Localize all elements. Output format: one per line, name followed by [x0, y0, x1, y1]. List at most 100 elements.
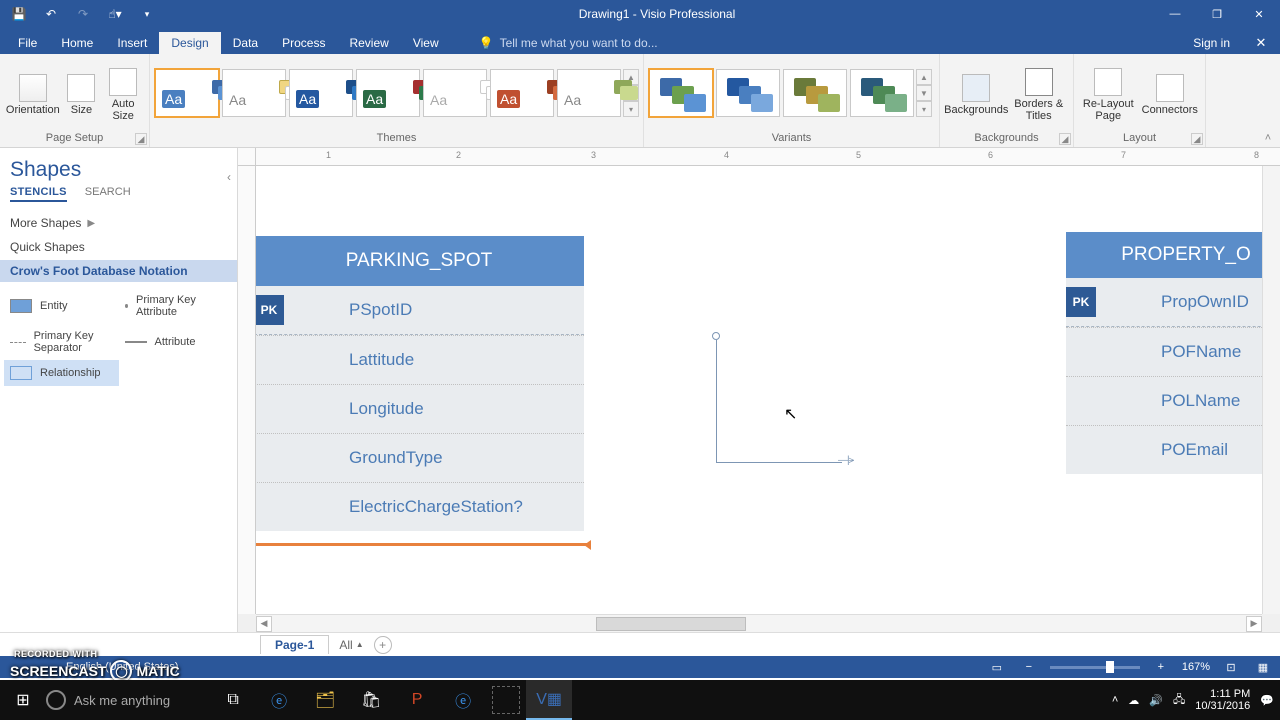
taskbar-app-edge[interactable]: ⓔ — [256, 680, 302, 720]
all-pages-button[interactable]: All▲ — [339, 638, 363, 652]
redo-icon[interactable]: ↷ — [70, 2, 96, 26]
taskbar-app-store[interactable]: 🛍 — [348, 680, 394, 720]
zoom-slider[interactable] — [1050, 666, 1140, 669]
theme-swatch-4[interactable]: Aa — [356, 69, 420, 117]
orientation-button[interactable]: Orientation — [4, 71, 62, 116]
page-setup-dialog-launcher[interactable]: ◢ — [135, 133, 147, 145]
auto-size-button[interactable]: Auto Size — [101, 65, 145, 122]
tab-view[interactable]: View — [401, 32, 451, 54]
more-shapes-button[interactable]: More Shapes▶ — [0, 208, 237, 238]
scroll-left-icon[interactable]: ◀ — [256, 616, 272, 632]
tab-file[interactable]: File — [6, 32, 49, 54]
collapse-ribbon-button[interactable]: ˄ — [1260, 131, 1276, 145]
tab-data[interactable]: Data — [221, 32, 270, 54]
borders-titles-button[interactable]: Borders & Titles — [1008, 65, 1069, 122]
switch-windows-icon[interactable]: ▦ — [1252, 658, 1274, 676]
theme-swatch-6[interactable]: Aa — [490, 69, 554, 117]
quick-shapes-link[interactable]: Quick Shapes — [0, 238, 237, 260]
layout-dialog-launcher[interactable]: ◢ — [1191, 133, 1203, 145]
shapes-tab-stencils[interactable]: STENCILS — [10, 186, 67, 202]
drawing-canvas[interactable]: PARKING_SPOT PKPSpotID Lattitude Longitu… — [256, 166, 1262, 614]
group-backgrounds-label: Backgrounds — [944, 130, 1069, 145]
tab-insert[interactable]: Insert — [105, 32, 159, 54]
ribbon-tabs: File Home Insert Design Data Process Rev… — [0, 28, 1280, 54]
sign-in-link[interactable]: Sign in — [1185, 32, 1238, 54]
ribbon: Orientation Size Auto Size Page Setup ◢ … — [0, 54, 1280, 148]
group-variants-label: Variants — [648, 130, 935, 145]
task-view-button[interactable]: ⧉ — [210, 680, 256, 720]
theme-swatch-7[interactable]: Aa — [557, 69, 621, 117]
size-button[interactable]: Size — [62, 71, 102, 116]
backgrounds-dialog-launcher[interactable]: ◢ — [1059, 133, 1071, 145]
undo-icon[interactable]: ↶ — [38, 2, 64, 26]
minimize-button[interactable]: — — [1154, 0, 1196, 28]
page-tab-1[interactable]: Page-1 — [260, 635, 329, 654]
taskbar-app-powerpoint[interactable]: P — [394, 680, 440, 720]
presentation-mode-icon[interactable]: ▭ — [986, 658, 1008, 676]
variant-swatch-1[interactable] — [649, 69, 713, 117]
save-icon[interactable]: 💾 — [6, 2, 32, 26]
variant-swatch-3[interactable] — [783, 69, 847, 117]
relayout-page-button[interactable]: Re-Layout Page — [1078, 65, 1139, 122]
variant-swatch-4[interactable] — [850, 69, 914, 117]
tray-network-icon[interactable]: 🖧 — [1173, 691, 1185, 710]
variant-swatch-2[interactable] — [716, 69, 780, 117]
tray-onedrive-icon[interactable]: ☁ — [1128, 694, 1139, 707]
backgrounds-button[interactable]: Backgrounds — [944, 71, 1008, 116]
relationship-connector[interactable]: —|⪫ — [716, 336, 856, 466]
tell-me-search[interactable]: 💡Tell me what you want to do... — [471, 32, 666, 54]
entity-title: PARKING_SPOT — [256, 236, 584, 286]
shapes-tab-search[interactable]: SEARCH — [85, 186, 131, 202]
start-button[interactable]: ⊞ — [0, 680, 46, 720]
taskbar-search[interactable]: Ask me anything — [46, 690, 170, 710]
qa-customize-icon[interactable]: ▾ — [134, 2, 160, 26]
vertical-ruler — [238, 166, 256, 614]
zoom-in-button[interactable]: + — [1150, 658, 1172, 676]
scroll-thumb[interactable] — [596, 617, 746, 631]
entity-parking-spot[interactable]: PARKING_SPOT PKPSpotID Lattitude Longitu… — [256, 236, 584, 531]
close-button[interactable]: ✕ — [1238, 0, 1280, 28]
scroll-right-icon[interactable]: ▶ — [1246, 616, 1262, 632]
shapes-panel: Shapes ‹ STENCILS SEARCH More Shapes▶ Qu… — [0, 148, 238, 632]
theme-swatch-3[interactable]: Aa — [289, 69, 353, 117]
theme-swatch-1[interactable]: Aa — [155, 69, 219, 117]
pk-badge: PK — [256, 295, 284, 325]
tab-design[interactable]: Design — [159, 32, 220, 54]
entity-property-owner[interactable]: PROPERTY_O PKPropOwnID POFName POLName P… — [1066, 232, 1262, 474]
tab-review[interactable]: Review — [337, 32, 400, 54]
tray-volume-icon[interactable]: 🔊 — [1149, 694, 1163, 707]
entity-attr: POEmail — [1066, 426, 1228, 474]
theme-swatch-5[interactable]: Aa — [423, 69, 487, 117]
bulb-icon: 💡 — [479, 36, 494, 50]
zoom-level[interactable]: 167% — [1182, 661, 1210, 673]
add-page-button[interactable]: + — [374, 636, 392, 654]
taskbar-app-explorer[interactable]: 🗂 — [302, 680, 348, 720]
zoom-out-button[interactable]: − — [1018, 658, 1040, 676]
vertical-scrollbar[interactable] — [1262, 166, 1280, 614]
shape-relationship[interactable]: Relationship — [4, 360, 119, 386]
touch-mode-icon[interactable]: ☝︎▾ — [102, 2, 128, 26]
theme-swatch-2[interactable]: Aa — [222, 69, 286, 117]
entity-attr: GroundType — [256, 434, 443, 482]
taskbar-app-visio[interactable]: V▦ — [526, 680, 572, 720]
taskbar-app-ie[interactable]: ⓔ — [440, 680, 486, 720]
horizontal-scrollbar[interactable]: ◀ ▶ — [256, 614, 1262, 632]
restore-button[interactable]: ❐ — [1196, 0, 1238, 28]
connectors-button[interactable]: Connectors — [1139, 71, 1201, 116]
shape-entity[interactable]: Entity — [4, 288, 119, 324]
fit-page-icon[interactable]: ⊡ — [1220, 658, 1242, 676]
stencil-header[interactable]: Crow's Foot Database Notation — [0, 260, 237, 282]
tab-process[interactable]: Process — [270, 32, 337, 54]
shapes-collapse-button[interactable]: ‹ — [227, 170, 231, 184]
tab-home[interactable]: Home — [49, 32, 105, 54]
variants-gallery-arrows[interactable]: ▲▼▾ — [916, 69, 932, 117]
close-help-button[interactable]: ✕ — [1248, 32, 1274, 54]
taskbar-app-unknown[interactable] — [492, 686, 520, 714]
window-title: Drawing1 - Visio Professional — [160, 7, 1154, 21]
tray-notifications-icon[interactable]: 💬 — [1260, 694, 1274, 707]
tray-expand-icon[interactable]: ˄ — [1112, 694, 1118, 706]
shape-primary-key-attribute[interactable]: Primary Key Attribute — [119, 288, 234, 324]
tray-clock[interactable]: 1:11 PM 10/31/2016 — [1195, 688, 1250, 712]
shape-primary-key-separator[interactable]: Primary Key Separator — [4, 324, 119, 360]
shape-attribute[interactable]: Attribute — [119, 324, 234, 360]
